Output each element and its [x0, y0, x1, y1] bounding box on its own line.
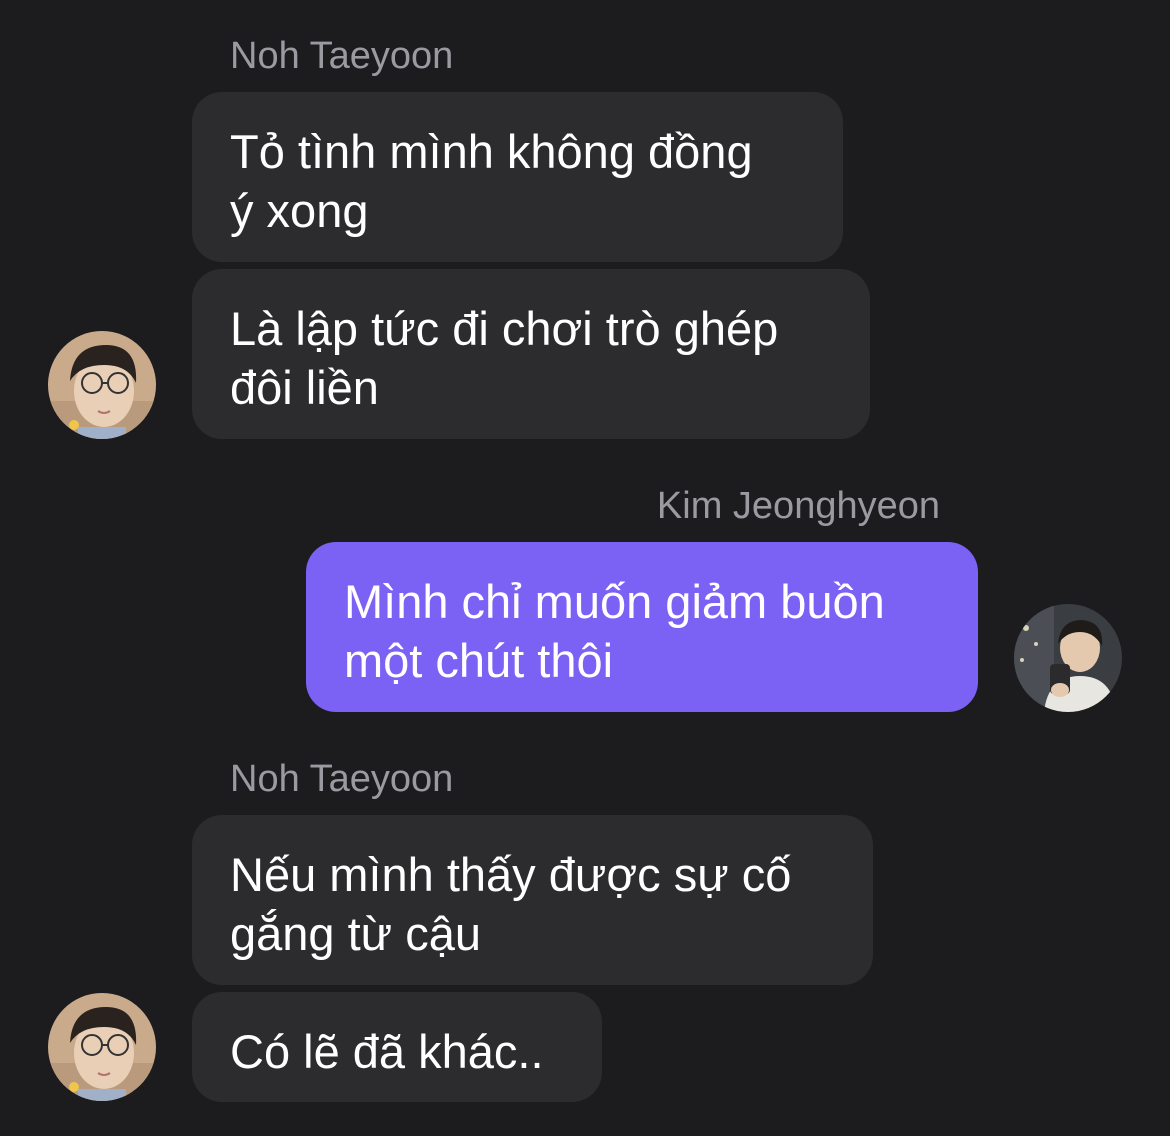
avatar-noh-taeyoon[interactable] — [48, 993, 156, 1101]
message-bubble-incoming[interactable]: Nếu mình thấy được sự cố gắng từ cậu — [192, 815, 873, 985]
sender-name-kim-jeonghyeon: Kim Jeonghyeon — [656, 485, 940, 527]
avatar-photo — [48, 331, 156, 439]
sender-name-noh-taeyoon: Noh Taeyoon — [230, 35, 454, 77]
avatar-photo — [48, 993, 156, 1101]
message-bubble-incoming[interactable]: Có lẽ đã khác.. — [192, 992, 602, 1102]
message-bubble-incoming[interactable]: Là lập tức đi chơi trò ghép đôi liền — [192, 269, 870, 439]
avatar-photo — [1014, 604, 1122, 712]
avatar-kim-jeonghyeon[interactable] — [1014, 604, 1122, 712]
sender-name-noh-taeyoon: Noh Taeyoon — [230, 758, 454, 800]
message-bubble-outgoing[interactable]: Mình chỉ muốn giảm buồn một chút thôi — [306, 542, 978, 712]
message-bubble-incoming[interactable]: Tỏ tình mình không đồng ý xong — [192, 92, 843, 262]
avatar-noh-taeyoon[interactable] — [48, 331, 156, 439]
